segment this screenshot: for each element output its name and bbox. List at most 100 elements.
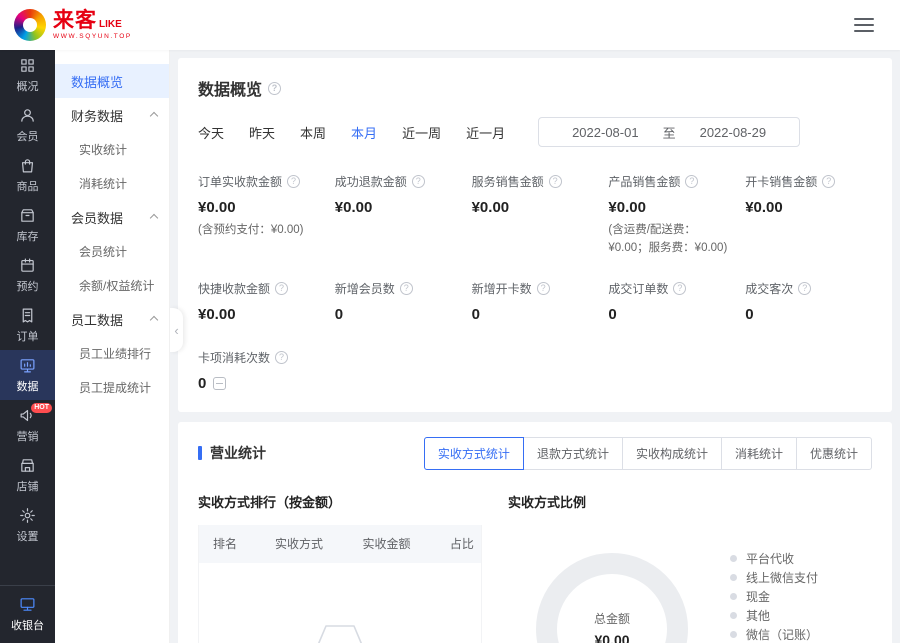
submenu-item-balance-stats[interactable]: 余额/权益统计: [55, 268, 169, 302]
sidebar-item-label: 商品: [17, 178, 39, 194]
submenu-item-consume-stats[interactable]: 消耗统计: [55, 166, 169, 200]
legend-label: 其他: [746, 607, 770, 624]
column-header-method: 实收方式: [261, 535, 348, 552]
stat-label: 成交订单数: [608, 280, 668, 297]
stat-subnote: (含运费/配送费：¥0.00；服务费：¥0.00): [608, 222, 735, 258]
monitor-icon: [19, 596, 36, 613]
sidebar-item-data[interactable]: 数据: [0, 350, 55, 400]
help-icon[interactable]: [673, 282, 686, 295]
legend-item[interactable]: 平台代收: [730, 549, 831, 568]
content-area: ‹ 数据概览 今天 昨天 本周 本月 近一周 近一月 2022-08-01 至 …: [170, 50, 900, 643]
filter-yesterday[interactable]: 昨天: [249, 123, 275, 142]
stat-label: 服务销售金额: [472, 173, 544, 190]
help-icon[interactable]: [822, 175, 835, 188]
sidebar-item-cashier[interactable]: 收银台: [0, 585, 55, 643]
stat-quick-payment: 快捷收款金额 ¥0.00: [198, 280, 325, 323]
sidebar-item-label: 营销: [17, 428, 39, 444]
legend-label: 微信（记账）: [746, 626, 818, 643]
legend-dot-icon: [730, 631, 737, 638]
sidebar-item-inventory[interactable]: 库存: [0, 200, 55, 250]
submenu-item-staff-ranking[interactable]: 员工业绩排行: [55, 336, 169, 370]
filter-last-30-days[interactable]: 近一月: [466, 123, 505, 142]
column-header-amount: 实收金额: [348, 535, 435, 552]
legend-label: 现金: [746, 588, 770, 605]
help-icon[interactable]: [537, 282, 550, 295]
sidebar-item-members[interactable]: 会员: [0, 100, 55, 150]
legend-item[interactable]: 微信（记账）: [730, 625, 831, 643]
help-icon[interactable]: [412, 175, 425, 188]
submenu-label: 数据概览: [71, 72, 123, 91]
business-stats-title: 营业统计: [210, 443, 266, 463]
sidebar-item-label: 收银台: [11, 617, 44, 633]
stat-subnote: (含预约支付：¥0.00): [198, 222, 325, 240]
filter-this-month[interactable]: 本月: [351, 123, 377, 142]
logo-url: WWW.SQYUN.TOP: [53, 34, 132, 41]
legend-item[interactable]: 线上微信支付: [730, 568, 831, 587]
legend-label: 平台代收: [746, 550, 794, 567]
sidebar-item-label: 概况: [17, 78, 39, 94]
stat-value: ¥0.00: [335, 199, 462, 216]
sidebar-item-products[interactable]: 商品: [0, 150, 55, 200]
sidebar-item-label: 店铺: [17, 478, 39, 494]
stat-card-sales: 开卡销售金额 ¥0.00: [745, 173, 872, 258]
help-icon[interactable]: [400, 282, 413, 295]
logo[interactable]: 来客 LIKE WWW.SQYUN.TOP: [14, 9, 132, 41]
menu-icon[interactable]: [850, 14, 878, 36]
help-icon[interactable]: [798, 282, 811, 295]
help-icon[interactable]: [287, 175, 300, 188]
tab-discount-stats[interactable]: 优惠统计: [796, 437, 872, 470]
help-icon[interactable]: [685, 175, 698, 188]
submenu-item-data-overview[interactable]: 数据概览: [55, 64, 169, 98]
sidebar-item-shop[interactable]: 店铺: [0, 450, 55, 500]
legend-item[interactable]: 现金: [730, 587, 831, 606]
tab-refund-method[interactable]: 退款方式统计: [523, 437, 623, 470]
tab-income-composition[interactable]: 实收构成统计: [622, 437, 722, 470]
grid-icon: [19, 57, 36, 74]
hot-badge: HOT: [31, 403, 52, 413]
stat-label: 产品销售金额: [608, 173, 680, 190]
donut-center-label: 总金额: [594, 610, 630, 627]
income-ranking-section: 实收方式排行（按金额） 排名 实收方式 实收金额 占比: [198, 484, 508, 643]
help-icon[interactable]: [268, 82, 281, 95]
empty-state: 暂无数据: [199, 563, 481, 643]
filter-last-7-days[interactable]: 近一周: [402, 123, 441, 142]
logo-icon: [14, 9, 46, 41]
calendar-icon: [19, 257, 36, 274]
help-icon[interactable]: [549, 175, 562, 188]
chevron-up-icon: [150, 316, 158, 324]
stats-row-2: 快捷收款金额 ¥0.00 新增会员数 0 新增开卡数 0 成交订单数 0 成交客…: [198, 280, 872, 323]
page-title-row: 数据概览: [198, 76, 872, 100]
submenu-item-member-stats[interactable]: 会员统计: [55, 234, 169, 268]
stats-tabs: 实收方式统计 退款方式统计 实收构成统计 消耗统计 优惠统计: [424, 437, 872, 470]
detail-icon[interactable]: [213, 377, 226, 390]
sidebar-collapse-handle[interactable]: ‹: [170, 308, 183, 352]
stat-product-sales: 产品销售金额 ¥0.00 (含运费/配送费：¥0.00；服务费：¥0.00): [608, 173, 735, 258]
filter-today[interactable]: 今天: [198, 123, 224, 142]
help-icon[interactable]: [275, 282, 288, 295]
stat-label: 成交客次: [745, 280, 793, 297]
column-header-rank: 排名: [199, 535, 261, 552]
tab-income-method[interactable]: 实收方式统计: [424, 437, 524, 470]
help-icon[interactable]: [275, 351, 288, 364]
sidebar-item-orders[interactable]: 订单: [0, 300, 55, 350]
ranking-title: 实收方式排行（按金额）: [198, 492, 482, 511]
logo-sub-text: LIKE: [99, 20, 122, 30]
tab-consume-stats[interactable]: 消耗统计: [721, 437, 797, 470]
pie-chart-wrap: 总金额 ¥0.00 平台代收 线上微信支付 现金 其他 微信（记账） 支付宝（记…: [508, 525, 872, 643]
submenu-group-finance[interactable]: 财务数据: [55, 98, 169, 132]
sidebar-item-appointments[interactable]: 预约: [0, 250, 55, 300]
sidebar-spacer: [0, 550, 55, 585]
submenu-group-staff-data[interactable]: 员工数据: [55, 302, 169, 336]
stat-value: 0: [472, 306, 599, 323]
sidebar-item-marketing[interactable]: HOT 营销: [0, 400, 55, 450]
date-range-input[interactable]: 2022-08-01 至 2022-08-29: [538, 117, 800, 147]
ranking-table-header: 排名 实收方式 实收金额 占比: [199, 525, 481, 563]
filter-this-week[interactable]: 本周: [300, 123, 326, 142]
legend-item[interactable]: 其他: [730, 606, 831, 625]
submenu-item-staff-commission[interactable]: 员工提成统计: [55, 370, 169, 404]
secondary-sidebar: 数据概览 财务数据 实收统计 消耗统计 会员数据 会员统计 余额/权益统计 员工…: [55, 50, 170, 643]
sidebar-item-overview[interactable]: 概况: [0, 50, 55, 100]
submenu-item-income-stats[interactable]: 实收统计: [55, 132, 169, 166]
sidebar-item-settings[interactable]: 设置: [0, 500, 55, 550]
submenu-group-member-data[interactable]: 会员数据: [55, 200, 169, 234]
